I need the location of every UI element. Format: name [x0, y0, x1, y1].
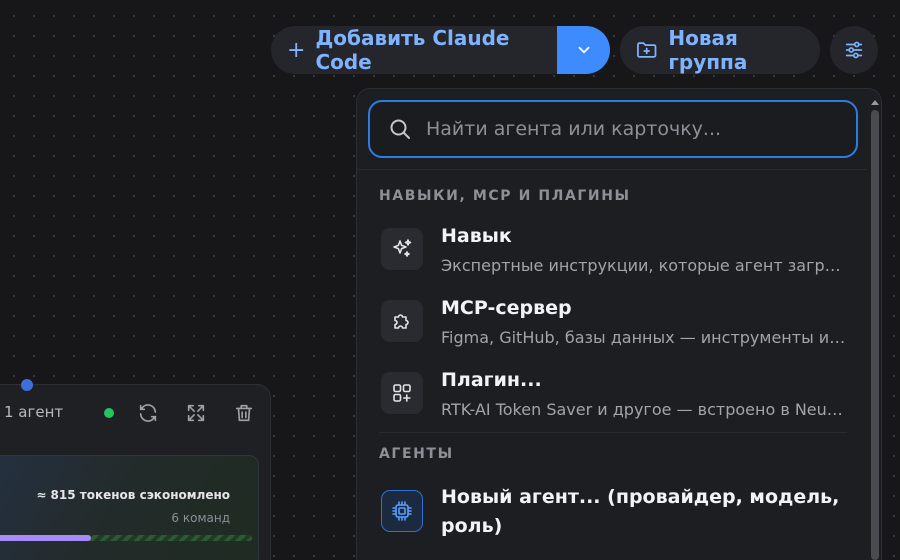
token-progress-fill [0, 535, 91, 541]
chevron-down-icon [578, 46, 589, 54]
agent-group-card[interactable]: 1 агент ≈ 815 токенов сэкономлено 6 кома… [0, 379, 271, 560]
menu-scrollbar[interactable] [870, 100, 880, 560]
expand-icon[interactable] [185, 402, 207, 424]
token-savings-panel: ≈ 815 токенов сэкономлено 6 команд [0, 455, 259, 560]
menu-item-title: Плагин... [441, 369, 542, 391]
section-skills-heading: НАВЫКИ, MCP И ПЛАГИНЫ [379, 188, 631, 204]
scrollbar-thumb[interactable] [871, 110, 879, 560]
add-claude-code-label: Добавить Claude Code [315, 26, 510, 74]
menu-item-desc: Экспертные инструкции, которые агент заг… [441, 256, 846, 275]
tokens-saved-text: ≈ 815 токенов сэкономлено [36, 488, 230, 502]
search-placeholder: Найти агента или карточку... [426, 118, 722, 140]
new-group-label: Новая группа [668, 26, 748, 74]
divider [379, 432, 847, 433]
scroll-up-arrow[interactable] [871, 100, 879, 105]
agent-count: 1 агент [4, 403, 64, 421]
connection-handle[interactable] [21, 379, 33, 391]
divider [357, 169, 867, 170]
blocks-icon [381, 372, 423, 414]
add-menu-dropdown: Найти агента или карточку... НАВЫКИ, MCP… [356, 88, 882, 560]
folder-plus-icon [637, 42, 657, 58]
puzzle-icon [381, 300, 423, 342]
sparkles-icon [381, 228, 423, 270]
new-group-button[interactable]: Новая группа [620, 26, 820, 74]
menu-item-title: Новый агент... (провайдер, модель, роль) [441, 486, 840, 537]
sliders-icon [845, 41, 863, 59]
search-icon [390, 119, 410, 139]
menu-item-title: Навык [441, 225, 512, 247]
add-options-dropdown-button[interactable] [557, 26, 610, 74]
section-agents-heading: АГЕНТЫ [379, 446, 454, 462]
plus-icon: + [287, 37, 306, 63]
status-indicator [104, 408, 114, 418]
menu-item-desc: Figma, GitHub, базы данных — инструменты… [441, 328, 846, 347]
chip-icon [381, 490, 423, 532]
commands-count: 6 команд [171, 511, 230, 525]
menu-item-title: MCP-сервер [441, 297, 572, 319]
refresh-icon[interactable] [137, 402, 159, 424]
menu-item-desc: RTK-AI Token Saver и другое — встроено в… [441, 400, 846, 419]
trash-icon[interactable] [233, 402, 255, 424]
search-field[interactable]: Найти агента или карточку... [368, 100, 858, 158]
add-claude-code-button[interactable]: + Добавить Claude Code [271, 26, 557, 74]
token-progress-bar [0, 535, 252, 541]
add-claude-code-split-button: + Добавить Claude Code [271, 26, 610, 74]
filter-settings-button[interactable] [830, 26, 878, 74]
